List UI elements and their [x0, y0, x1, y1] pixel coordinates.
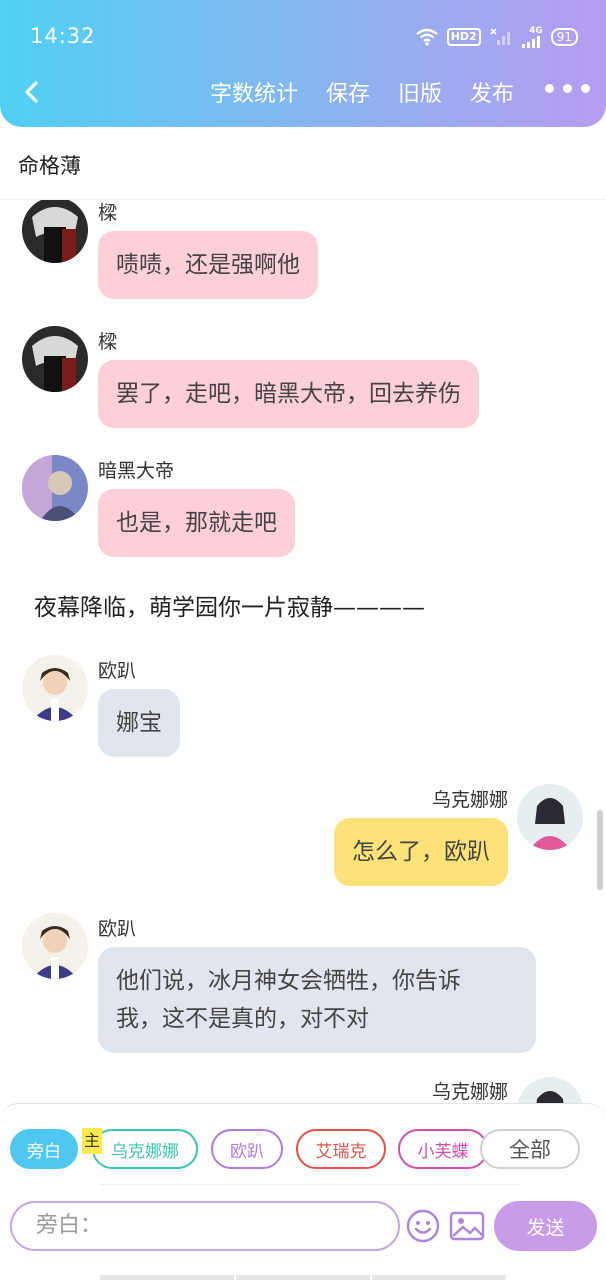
chat-area[interactable]: 樑 啧啧，还是强啊他 樑 罢了，走吧，暗黑大帝，回去养伤 暗黑大帝 也是，那就走…	[0, 200, 606, 1105]
composer-panel: 旁白 乌克娜娜 欧趴 艾瑞克 小芙蝶 全部 主 旁白： 发送	[0, 1103, 606, 1280]
sender-name: 乌克娜娜	[431, 1081, 508, 1103]
back-button[interactable]	[14, 74, 50, 110]
message-bubble[interactable]: 罢了，走吧，暗黑大帝，回去养伤	[98, 360, 479, 428]
avatar[interactable]	[22, 326, 88, 392]
nav-indicator	[236, 1275, 370, 1280]
role-chip-wukenana[interactable]: 乌克娜娜	[92, 1129, 198, 1169]
chevron-left-icon	[25, 81, 38, 103]
avatar[interactable]	[517, 1077, 583, 1105]
role-chip-narration[interactable]: 旁白	[10, 1129, 78, 1169]
message-bubble[interactable]: 他们说，冰月神女会牺牲，你告诉 我，这不是真的，对不对	[98, 947, 536, 1053]
title-row: 命格薄	[0, 128, 606, 200]
image-icon[interactable]	[448, 1208, 486, 1244]
nav-indicator	[100, 1275, 234, 1280]
old-version-button[interactable]: 旧版	[398, 76, 442, 108]
role-chip-airuike[interactable]: 艾瑞克	[296, 1129, 386, 1169]
scrollbar[interactable]	[597, 810, 603, 890]
sender-name: 暗黑大帝	[98, 460, 175, 482]
message-bubble[interactable]: 也是，那就走吧	[98, 489, 295, 557]
hd-badge: HD2	[446, 28, 481, 46]
host-tag: 主	[82, 1128, 102, 1154]
signal-2-icon: 4G	[521, 26, 543, 48]
narration-text[interactable]: 夜幕降临，萌学园你一片寂静————	[34, 588, 425, 622]
avatar[interactable]	[22, 200, 88, 263]
divider	[100, 1184, 520, 1185]
avatar[interactable]	[22, 913, 88, 979]
network-type: 4G	[529, 26, 543, 36]
sender-name: 樑	[98, 202, 118, 224]
role-chip-all[interactable]: 全部	[480, 1129, 580, 1169]
more-dots-icon[interactable]	[545, 84, 590, 93]
nav-bar: 字数统计 保存 旧版 发布	[0, 70, 606, 118]
sender-name: 樑	[98, 331, 118, 353]
battery-indicator: 91	[550, 28, 578, 46]
avatar[interactable]	[22, 455, 88, 521]
status-bar: 14:32 HD2 4G 91	[0, 0, 606, 70]
emoji-icon[interactable]	[405, 1208, 441, 1244]
app-header: 14:32 HD2 4G 91 字数统计 保存 旧版 发布	[0, 0, 606, 127]
message-bubble[interactable]: 怎么了，欧趴	[334, 818, 508, 886]
message-bubble[interactable]: 娜宝	[98, 689, 180, 757]
role-chip-oupa[interactable]: 欧趴	[211, 1129, 283, 1169]
avatar[interactable]	[517, 784, 583, 850]
message-bubble[interactable]: 啧啧，还是强啊他	[98, 231, 318, 299]
signal-1-icon	[490, 28, 510, 45]
message-line: 我，这不是真的，对不对	[116, 1006, 369, 1032]
status-icons: HD2 4G 91	[415, 26, 578, 48]
word-count-button[interactable]: 字数统计	[210, 76, 298, 108]
nav-indicator	[372, 1275, 506, 1280]
message-input[interactable]: 旁白：	[10, 1201, 400, 1251]
sender-name: 欧趴	[98, 918, 137, 940]
nav-actions: 字数统计 保存 旧版 发布	[210, 76, 514, 108]
message-line: 他们说，冰月神女会牺牲，你告诉	[116, 968, 461, 994]
status-time: 14:32	[30, 24, 96, 48]
page-title: 命格薄	[18, 154, 81, 178]
save-button[interactable]: 保存	[326, 76, 370, 108]
sender-name: 乌克娜娜	[431, 789, 508, 811]
send-button[interactable]: 发送	[494, 1201, 597, 1251]
role-chip-xiaofudie[interactable]: 小芙蝶	[398, 1129, 488, 1169]
sender-name: 欧趴	[98, 660, 137, 682]
wifi-icon	[415, 28, 438, 46]
publish-button[interactable]: 发布	[470, 76, 514, 108]
avatar[interactable]	[22, 655, 88, 721]
